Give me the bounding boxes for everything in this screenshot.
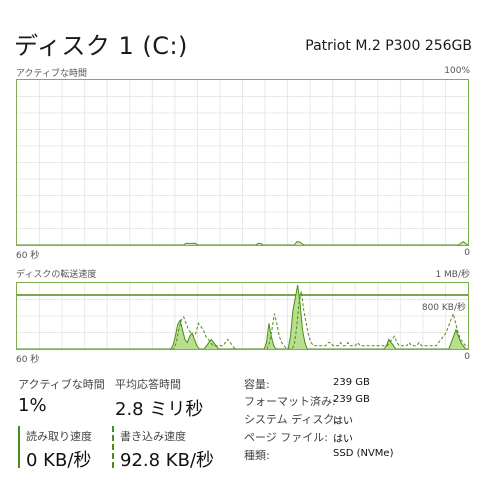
- transfer-rate-graph[interactable]: 800 KB/秒: [16, 282, 469, 350]
- type-label: 種類:: [244, 449, 270, 462]
- page-file-value: はい: [333, 434, 353, 445]
- formatted-label: フォーマット済み:: [244, 395, 336, 408]
- write-speed-indicator: [112, 426, 114, 468]
- transfer-rate-plot: [17, 283, 468, 349]
- active-time-plot: [17, 80, 468, 245]
- write-speed-label: 書き込み速度: [120, 430, 186, 443]
- transfer-graph-scale: 800 KB/秒: [421, 300, 466, 313]
- avg-response-label: 平均応答時間: [115, 378, 181, 391]
- transfer-graph-min: 0: [464, 352, 470, 362]
- write-speed-value: 92.8 KB/秒: [120, 450, 215, 471]
- capacity-label: 容量:: [244, 378, 270, 391]
- active-graph-max: 100%: [444, 66, 470, 76]
- transfer-graph-time: 60 秒: [16, 355, 40, 365]
- system-disk-value: はい: [333, 416, 353, 427]
- active-graph-time: 60 秒: [16, 251, 40, 261]
- transfer-graph-label: ディスクの転送速度: [16, 270, 97, 280]
- type-value: SSD (NVMe): [333, 448, 394, 459]
- active-time-stat-value: 1%: [18, 395, 47, 416]
- active-time-stat-label: アクティブな時間: [18, 378, 105, 391]
- page-file-label: ページ ファイル:: [244, 431, 328, 444]
- avg-response-value: 2.8 ミリ秒: [115, 399, 204, 420]
- formatted-value: 239 GB: [333, 394, 370, 405]
- page-title: ディスク 1 (C:): [14, 32, 188, 60]
- disk-model: Patriot M.2 P300 256GB: [305, 38, 472, 54]
- active-graph-min: 0: [464, 248, 470, 258]
- transfer-graph-max: 1 MB/秒: [435, 270, 470, 280]
- read-speed-indicator: [18, 426, 20, 468]
- read-speed-value: 0 KB/秒: [26, 450, 92, 471]
- capacity-value: 239 GB: [333, 377, 370, 388]
- system-disk-label: システム ディスク:: [244, 413, 339, 426]
- read-speed-label: 読み取り速度: [26, 430, 92, 443]
- active-time-graph[interactable]: [16, 79, 469, 246]
- active-graph-label: アクティブな時間: [16, 69, 88, 79]
